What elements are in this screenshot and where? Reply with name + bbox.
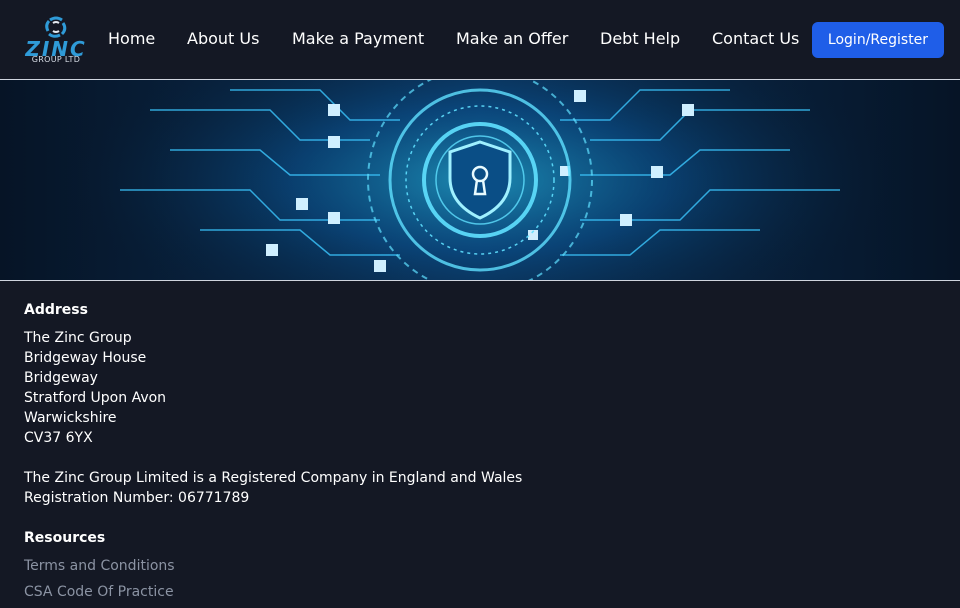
top-navbar: ZINC GROUP LTD Home About Us Make a Paym… — [0, 0, 960, 80]
address-heading: Address — [24, 302, 88, 318]
logo-subtitle: GROUP LTD — [31, 55, 81, 64]
footer-content: Address The Zinc Group Bridgeway House B… — [24, 300, 924, 608]
nav-home[interactable]: Home — [108, 29, 155, 49]
nav-debt-help[interactable]: Debt Help — [600, 29, 680, 49]
company-registration-note: The Zinc Group Limited is a Registered C… — [24, 470, 523, 486]
nav-about-us[interactable]: About Us — [187, 29, 259, 49]
nav-make-a-payment[interactable]: Make a Payment — [292, 29, 424, 49]
terms-and-conditions-link[interactable]: Terms and Conditions — [24, 556, 924, 576]
resources-heading: Resources — [24, 530, 106, 546]
address-line: Bridgeway — [24, 370, 98, 386]
nav-make-an-offer[interactable]: Make an Offer — [456, 29, 568, 49]
address-line: Stratford Upon Avon — [24, 390, 167, 406]
hero-banner — [0, 80, 960, 281]
security-shield-banner-image — [0, 80, 960, 280]
address-line: Bridgeway House — [24, 350, 147, 366]
zinc-logo[interactable]: ZINC GROUP LTD — [16, 14, 96, 66]
login-register-button[interactable]: Login/Register — [812, 22, 944, 58]
registration-number: Registration Number: 06771789 — [24, 490, 250, 506]
address-line: The Zinc Group — [24, 330, 132, 346]
csa-code-of-practice-link[interactable]: CSA Code Of Practice — [24, 582, 924, 602]
address-line: Warwickshire — [24, 410, 117, 426]
nav-contact-us[interactable]: Contact Us — [712, 29, 799, 49]
address-line: CV37 6YX — [24, 430, 93, 446]
